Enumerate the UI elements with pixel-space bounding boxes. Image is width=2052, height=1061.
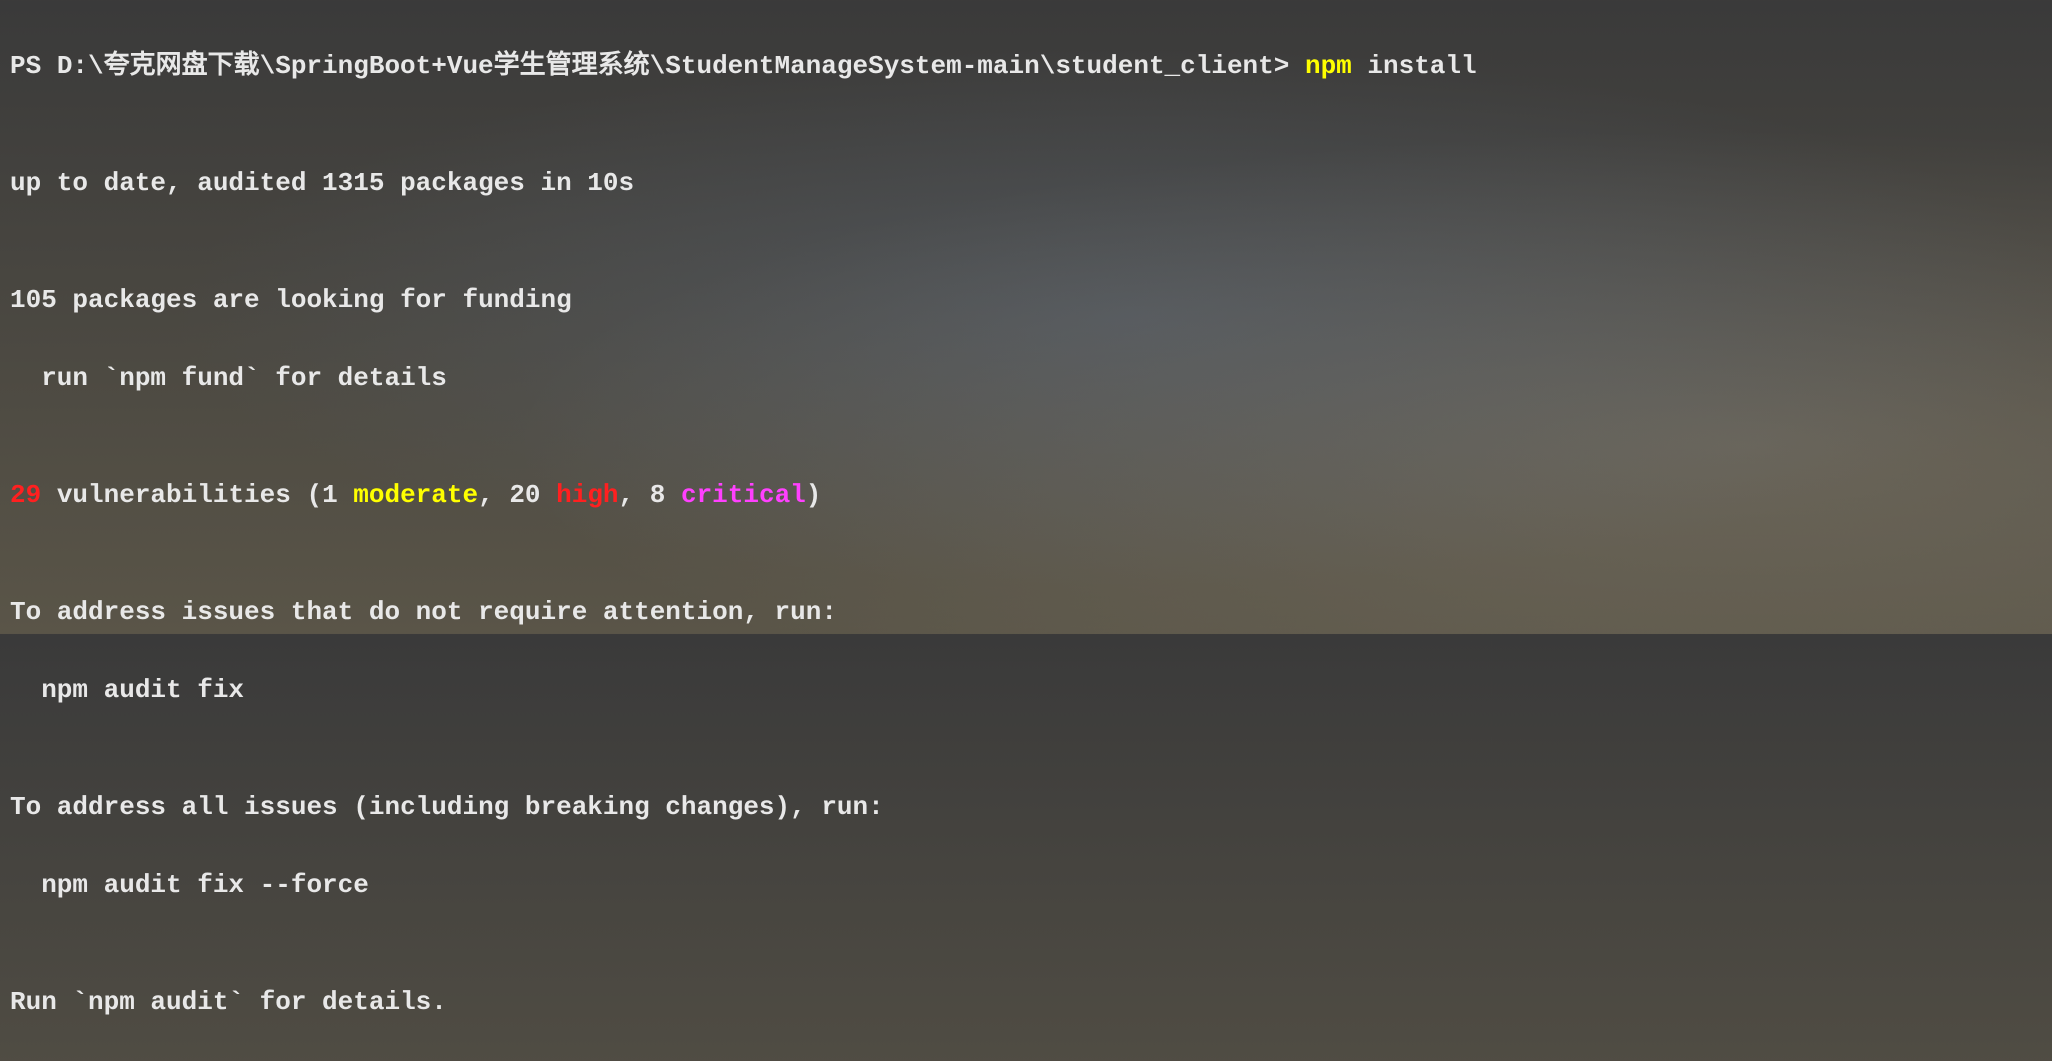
command-args: install <box>1352 51 1477 81</box>
address-line-4: npm audit fix --force <box>10 866 2042 905</box>
vuln-high: high <box>556 480 618 510</box>
vuln-text: ) <box>806 480 822 510</box>
vuln-count: 29 <box>10 480 41 510</box>
vuln-critical: critical <box>681 480 806 510</box>
audit-info-line: Run `npm audit` for details. <box>10 983 2042 1022</box>
funding-line-2: run `npm fund` for details <box>10 359 2042 398</box>
command-npm: npm <box>1305 51 1352 81</box>
vuln-text: , 8 <box>619 480 681 510</box>
address-line-2: npm audit fix <box>10 671 2042 710</box>
uptodate-line: up to date, audited 1315 packages in 10s <box>10 164 2042 203</box>
vuln-text: vulnerabilities (1 <box>41 480 353 510</box>
terminal-output[interactable]: PS D:\夸克网盘下载\SpringBoot+Vue学生管理系统\Studen… <box>10 8 2042 1061</box>
address-line-1: To address issues that do not require at… <box>10 593 2042 632</box>
address-line-3: To address all issues (including breakin… <box>10 788 2042 827</box>
vuln-moderate: moderate <box>353 480 478 510</box>
vuln-text: , 20 <box>478 480 556 510</box>
funding-line-1: 105 packages are looking for funding <box>10 281 2042 320</box>
vulnerabilities-line: 29 vulnerabilities (1 moderate, 20 high,… <box>10 476 2042 515</box>
prompt-line: PS D:\夸克网盘下载\SpringBoot+Vue学生管理系统\Studen… <box>10 47 2042 86</box>
prompt-path: D:\夸克网盘下载\SpringBoot+Vue学生管理系统\StudentMa… <box>57 51 1305 81</box>
prompt-ps: PS <box>10 51 57 81</box>
